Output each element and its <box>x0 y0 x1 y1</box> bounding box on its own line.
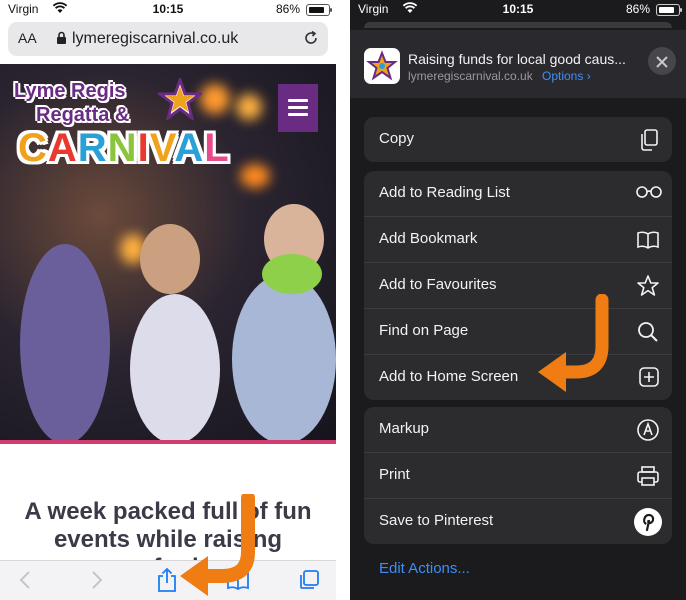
safari-browser-screen: Virgin 10:15 86% AA lymeregiscarnival.co… <box>0 0 336 600</box>
tabs-icon[interactable] <box>298 569 320 596</box>
action-add-to-reading-list[interactable]: Add to Reading List <box>364 171 672 216</box>
share-icon[interactable] <box>156 567 178 598</box>
browser-toolbar <box>0 560 336 600</box>
lock-icon <box>56 31 67 50</box>
battery-percent: 86% <box>625 2 650 16</box>
action-add-to-home-screen[interactable]: Add to Home Screen <box>364 354 672 400</box>
action-save-to-pinterest[interactable]: Save to Pinterest <box>364 498 672 544</box>
printer-icon <box>636 464 660 493</box>
share-page-title: Raising funds for local good caus... <box>408 51 626 67</box>
action-find-on-page[interactable]: Find on Page <box>364 308 672 354</box>
edit-actions-link[interactable]: Edit Actions... <box>379 560 470 577</box>
back-icon[interactable] <box>16 569 36 596</box>
share-sheet-header: Raising funds for local good caus... lym… <box>350 30 686 98</box>
share-page-domain: lymeregiscarnival.co.uk <box>408 69 533 83</box>
forward-icon[interactable] <box>86 569 106 596</box>
hero-divider <box>0 440 336 444</box>
glasses-icon <box>635 185 663 204</box>
action-add-bookmark[interactable]: Add Bookmark <box>364 216 672 262</box>
options-link[interactable]: Options › <box>542 69 591 83</box>
battery-percent: 86% <box>275 2 300 16</box>
close-icon <box>656 55 668 73</box>
action-group-copy: Copy <box>364 117 672 162</box>
hamburger-menu-button[interactable] <box>278 84 318 132</box>
action-group-extensions: Markup Print Save to Pinterest <box>364 407 672 544</box>
chevron-right-icon: › <box>586 69 591 83</box>
pointer-arrow-icon <box>178 491 272 600</box>
carnival-logo[interactable]: Lyme Regis Regatta & CARNIVAL <box>8 75 229 172</box>
star-icon <box>636 274 660 303</box>
reload-icon[interactable] <box>302 29 320 52</box>
action-group-browser: Add to Reading List Add Bookmark Add to … <box>364 171 672 400</box>
action-copy[interactable]: Copy <box>364 117 672 162</box>
url-text[interactable]: lymeregiscarnival.co.uk <box>72 30 238 48</box>
star-logo-icon <box>155 75 205 125</box>
action-print[interactable]: Print <box>364 452 672 498</box>
underlying-sheet-edge <box>364 22 672 28</box>
action-markup[interactable]: Markup <box>364 407 672 452</box>
magnifier-icon <box>636 320 660 349</box>
book-icon <box>636 230 660 255</box>
text-size-button[interactable]: AA <box>18 30 37 46</box>
status-bar: Virgin 10:15 86% <box>350 0 686 18</box>
close-button[interactable] <box>648 47 676 75</box>
battery-icon <box>656 4 682 16</box>
pointer-arrow-icon <box>536 293 618 399</box>
markup-icon <box>636 418 660 447</box>
share-sheet-screen: Virgin 10:15 86% Raising funds for local… <box>350 0 686 600</box>
address-bar[interactable]: AA lymeregiscarnival.co.uk <box>8 22 328 56</box>
plus-square-icon <box>638 366 660 393</box>
copy-icon <box>638 128 660 157</box>
status-bar: Virgin 10:15 86% <box>0 0 336 18</box>
site-star-icon <box>364 48 400 84</box>
pinterest-icon <box>633 507 663 542</box>
battery-icon <box>306 4 332 16</box>
action-add-to-favourites[interactable]: Add to Favourites <box>364 262 672 308</box>
